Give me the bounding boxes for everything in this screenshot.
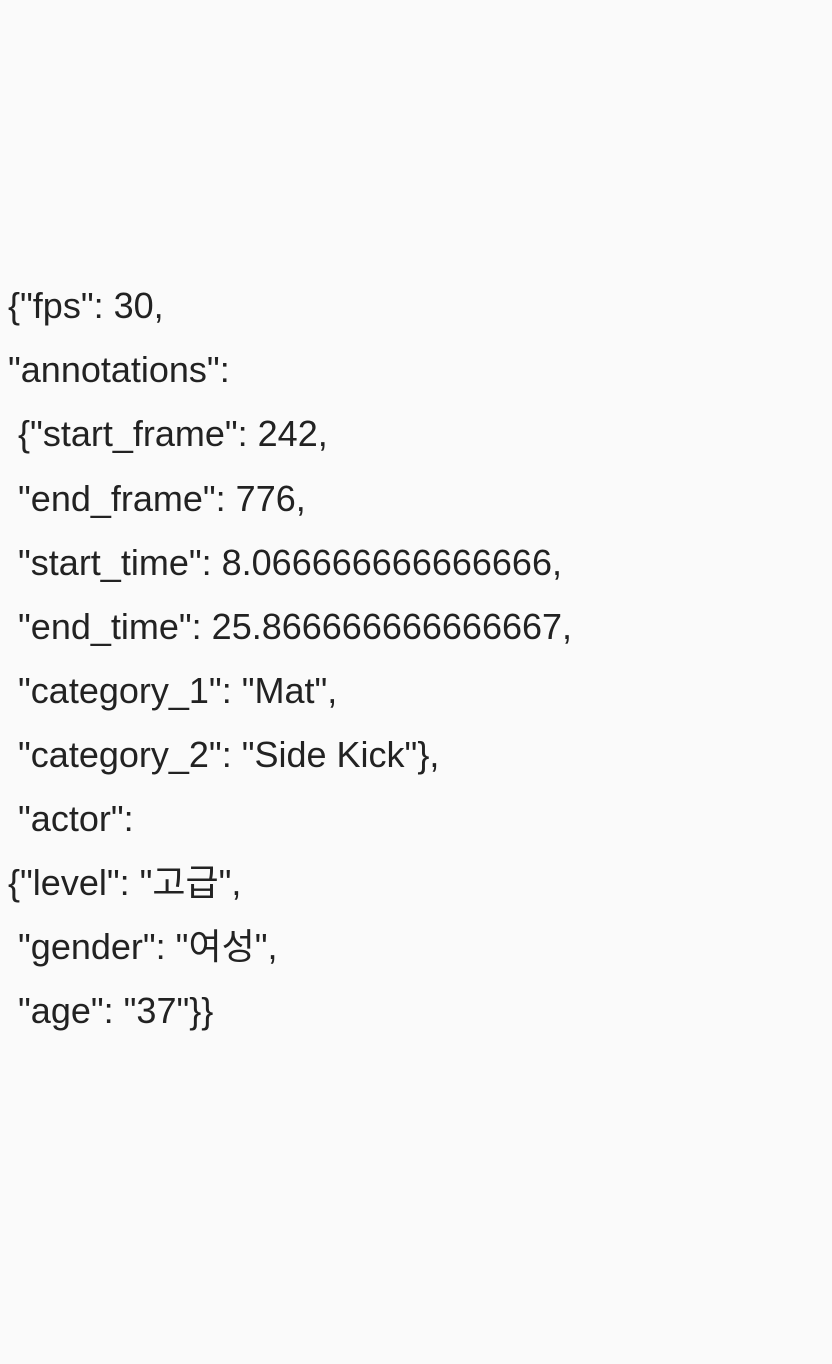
code-line-1: {"fps": 30, (8, 285, 164, 326)
code-line-9: "actor": (8, 798, 134, 839)
code-line-7: "category_1": "Mat", (8, 670, 337, 711)
code-line-10: {"level": "고급", (8, 862, 241, 903)
code-line-12: "age": "37"}} (8, 990, 213, 1031)
code-line-8: "category_2": "Side Kick"}, (8, 734, 439, 775)
json-code-block: {"fps": 30, "annotations": {"start_frame… (8, 274, 824, 1043)
code-line-5: "start_time": 8.066666666666666, (8, 542, 562, 583)
code-line-6: "end_time": 25.866666666666667, (8, 606, 572, 647)
code-line-2: "annotations": (8, 349, 230, 390)
code-line-4: "end_frame": 776, (8, 478, 306, 519)
code-line-3: {"start_frame": 242, (8, 413, 328, 454)
code-line-11: "gender": "여성", (8, 926, 277, 967)
